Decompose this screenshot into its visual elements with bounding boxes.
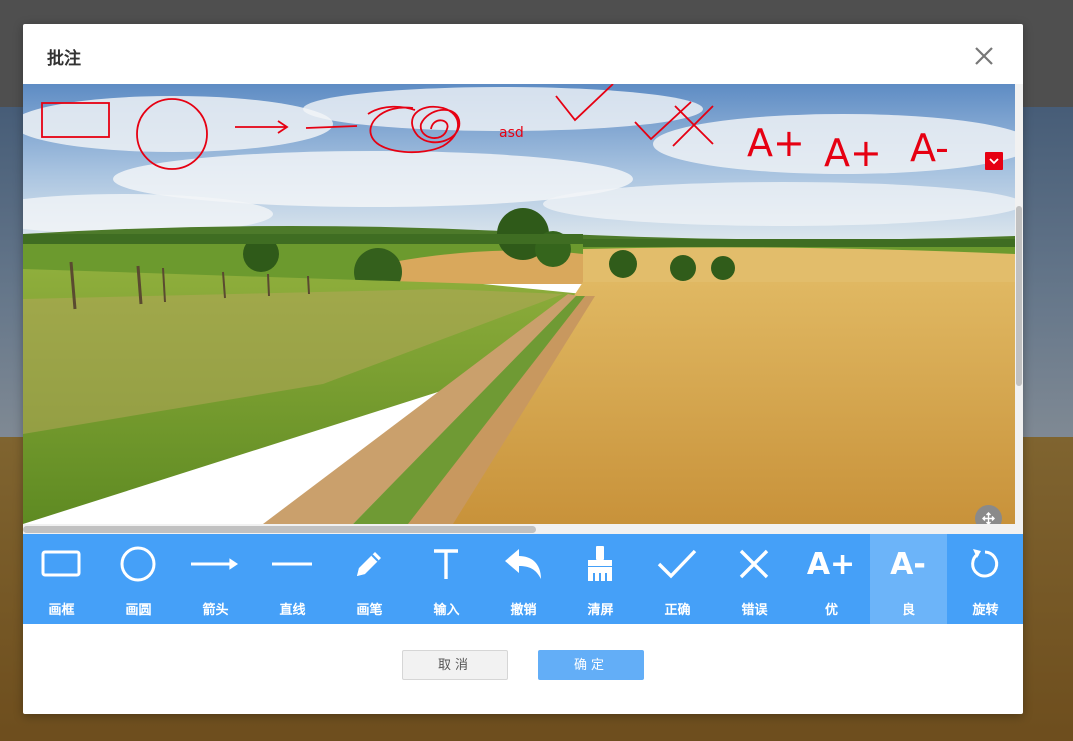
tool-label: 优	[824, 603, 838, 618]
tool-label: 画笔	[356, 603, 383, 618]
annotation-toolbar: 画框 画圆 箭头 直线 画笔 输入 撤销 清屏 正确 错误 A+ 优 A- 良 …	[23, 534, 1023, 624]
tool-label: 箭头	[202, 603, 229, 618]
annotation-text: asd	[499, 125, 524, 141]
circle-icon	[114, 544, 162, 584]
a-minus-icon: A-	[890, 546, 926, 582]
dialog-footer: 取消 确定	[23, 624, 1023, 714]
tool-label: 直线	[279, 603, 306, 618]
pencil-icon	[345, 544, 393, 584]
rotate-icon	[961, 544, 1009, 584]
tool-circle[interactable]: 画圆	[100, 534, 177, 624]
tool-label: 旋转	[972, 603, 999, 618]
cancel-button[interactable]: 取消	[402, 650, 508, 680]
tool-pencil[interactable]: 画笔	[331, 534, 408, 624]
annotation-dialog: 批注 asd A+ A+ A- 画框 画圆 箭头 直线 画笔 输入 撤销 清屏 …	[23, 24, 1023, 714]
tool-label: 画圆	[125, 603, 152, 618]
tool-excellent[interactable]: A+ 优	[793, 534, 870, 624]
text-icon	[422, 544, 470, 584]
brush-icon	[576, 544, 624, 584]
annotation-canvas[interactable]: asd A+ A+ A-	[23, 84, 1023, 534]
tool-text[interactable]: 输入	[408, 534, 485, 624]
annotation-grade-a-minus: A-	[910, 126, 949, 170]
tool-good[interactable]: A- 良	[870, 534, 947, 624]
chevron-down-icon[interactable]	[985, 152, 1003, 170]
rectangle-icon	[37, 544, 85, 584]
check-icon	[653, 544, 701, 584]
tool-rotate[interactable]: 旋转	[947, 534, 1024, 624]
horizontal-scroll-thumb[interactable]	[23, 526, 536, 533]
vertical-scrollbar[interactable]	[1015, 84, 1023, 534]
annotation-grade-a-plus-2: A+	[824, 131, 882, 175]
vertical-scroll-thumb[interactable]	[1016, 206, 1022, 386]
tool-arrow[interactable]: 箭头	[177, 534, 254, 624]
a-plus-icon: A+	[806, 546, 856, 582]
undo-icon	[499, 544, 547, 584]
tool-line[interactable]: 直线	[254, 534, 331, 624]
close-icon[interactable]	[972, 44, 996, 68]
dialog-header: 批注	[23, 24, 1023, 84]
line-icon	[268, 544, 316, 584]
horizontal-scrollbar[interactable]	[23, 524, 1015, 534]
tool-undo[interactable]: 撤销	[485, 534, 562, 624]
landscape-photo: asd A+ A+ A-	[23, 84, 1015, 524]
tool-label: 错误	[741, 603, 768, 618]
tool-label: 正确	[664, 603, 691, 618]
tool-label: 输入	[433, 603, 460, 618]
tool-correct[interactable]: 正确	[639, 534, 716, 624]
tool-clear[interactable]: 清屏	[562, 534, 639, 624]
cross-icon	[730, 544, 778, 584]
arrow-icon	[191, 544, 239, 584]
tool-label: 撤销	[510, 603, 537, 618]
dialog-title: 批注	[47, 49, 81, 69]
tool-wrong[interactable]: 错误	[716, 534, 793, 624]
tool-label: 画框	[48, 603, 75, 618]
tool-rectangle[interactable]: 画框	[23, 534, 100, 624]
tool-label: 良	[901, 603, 915, 618]
tool-label: 清屏	[587, 603, 614, 618]
annotation-grade-a-plus: A+	[747, 121, 805, 165]
confirm-button[interactable]: 确定	[538, 650, 644, 680]
